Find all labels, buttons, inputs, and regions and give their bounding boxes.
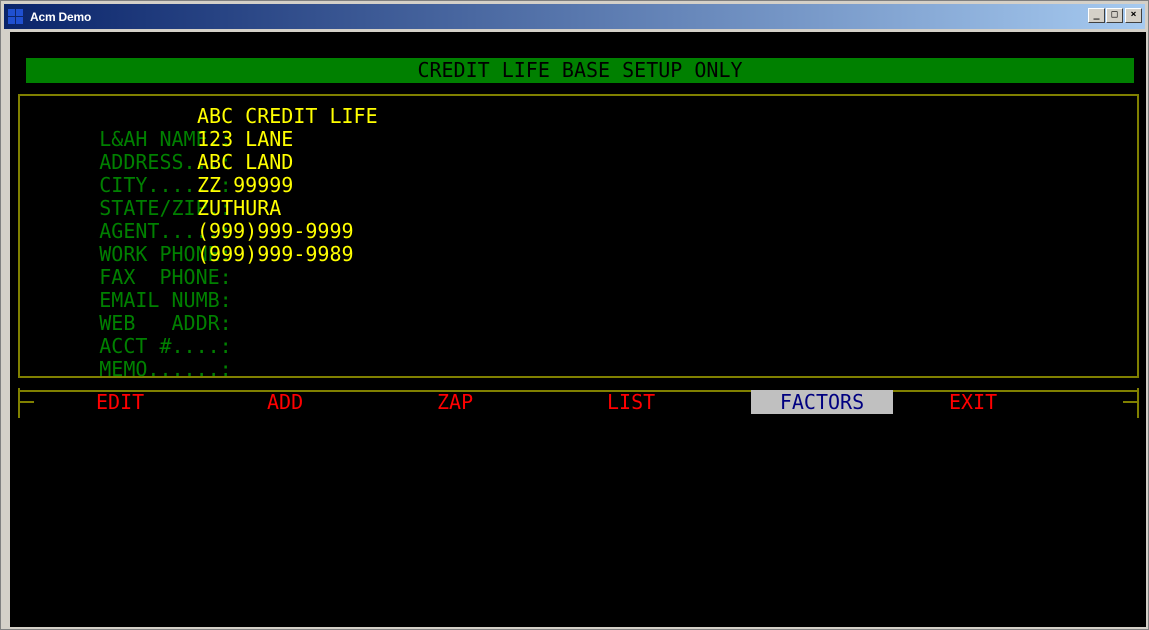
minimize-button[interactable]: _ — [1088, 8, 1105, 23]
field-value[interactable]: (999)999-9999 — [197, 220, 354, 243]
field-row-work-phone[interactable]: WORK PHONE: (999)999-9999 — [27, 220, 353, 266]
field-value[interactable]: ZZ 99999 — [197, 174, 293, 197]
window-controls: _ □ × — [1087, 8, 1142, 23]
menu-factors[interactable]: FACTORS — [751, 390, 893, 414]
menu-zap[interactable]: ZAP — [437, 390, 473, 414]
field-row-email[interactable]: EMAIL NUMB: — [27, 266, 231, 312]
title-bar[interactable]: Acm Demo _ □ × — [4, 4, 1145, 29]
field-value[interactable]: ABC LAND — [197, 151, 293, 174]
menu-bracket-left — [18, 388, 20, 418]
field-row-web-addr[interactable]: WEB ADDR: — [27, 289, 231, 335]
console-screen[interactable]: CREDIT LIFE BASE SETUP ONLY L&AH NAME.: … — [10, 32, 1146, 627]
maximize-icon: □ — [1111, 9, 1118, 20]
menu-add[interactable]: ADD — [267, 390, 303, 414]
field-row-acct[interactable]: ACCT #....: — [27, 312, 231, 358]
field-row-fax-phone[interactable]: FAX PHONE: (999)999-9989 — [27, 243, 353, 289]
menu-bracket-right-arm — [1123, 401, 1139, 403]
field-row-lah-name[interactable]: L&AH NAME.: ABC CREDIT LIFE — [27, 105, 377, 151]
field-row-state-zip[interactable]: STATE/ZIP.: ZZ 99999 — [27, 174, 293, 220]
app-icon — [8, 8, 24, 25]
field-value[interactable]: 123 LANE — [197, 128, 293, 151]
app-window: Acm Demo _ □ × CREDIT LIFE BASE SETUP ON… — [0, 0, 1149, 630]
minimize-icon: _ — [1093, 9, 1100, 20]
field-value[interactable]: ABC CREDIT LIFE — [197, 105, 378, 128]
close-button[interactable]: × — [1125, 8, 1142, 23]
window-title: Acm Demo — [30, 9, 92, 24]
menu-list[interactable]: LIST — [607, 390, 655, 414]
menu-edit[interactable]: EDIT — [96, 390, 144, 414]
menu-bracket-left-arm — [18, 401, 34, 403]
menu-exit[interactable]: EXIT — [949, 390, 997, 414]
field-value[interactable]: ZUTHURA — [197, 197, 281, 220]
field-row-city[interactable]: CITY......: ABC LAND — [27, 151, 293, 197]
field-row-agent[interactable]: AGENT.....: ZUTHURA — [27, 197, 281, 243]
field-row-memo[interactable]: MEMO......: — [27, 335, 231, 381]
field-row-address[interactable]: ADDRESS...: 123 LANE — [27, 128, 293, 174]
maximize-button[interactable]: □ — [1106, 8, 1123, 23]
field-value[interactable]: (999)999-9989 — [197, 243, 354, 266]
menu-bracket-right — [1137, 388, 1139, 418]
close-icon: × — [1130, 9, 1137, 20]
screen-header: CREDIT LIFE BASE SETUP ONLY — [26, 58, 1134, 83]
field-label: MEMO......: — [99, 357, 232, 381]
